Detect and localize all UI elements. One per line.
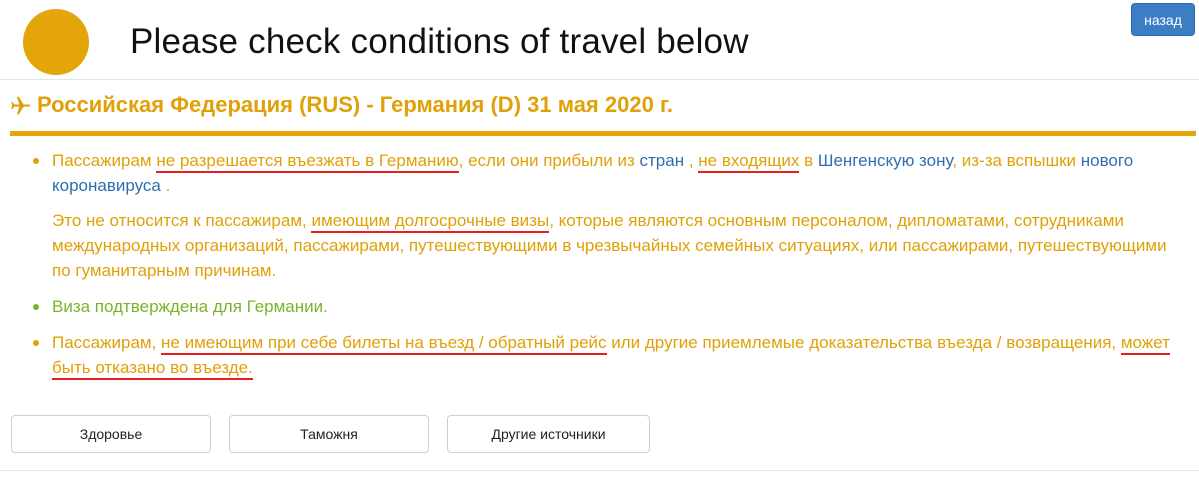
route-divider-bar — [10, 131, 1196, 136]
logo-circle — [23, 9, 89, 75]
condition-return-ticket: Пассажирам, не имеющим при себе билеты н… — [30, 330, 1180, 380]
schengen-link[interactable]: Шенгенскую зону — [818, 151, 952, 170]
conditions-list: Пассажирам не разрешается въезжать в Гер… — [30, 148, 1180, 380]
airplane-icon — [11, 96, 31, 115]
header-divider — [0, 79, 1199, 80]
entry-restriction-text: Пассажирам не разрешается въезжать в Гер… — [52, 151, 1134, 195]
return-ticket-text: Пассажирам, не имеющим при себе билеты н… — [52, 330, 1180, 380]
highlight-no-tickets: не имеющим при себе билеты на въезд / об… — [161, 333, 607, 355]
highlight-no-entry: не разрешается въезжать в Германию — [156, 151, 459, 173]
route-title: Российская Федерация (RUS) - Германия (D… — [37, 92, 674, 117]
footer-divider — [0, 470, 1199, 471]
highlight-long-term-visas: имеющим долгосрочные визы — [311, 211, 550, 233]
countries-link[interactable]: стран — [640, 151, 685, 170]
condition-entry-restriction: Пассажирам не разрешается въезжать в Гер… — [30, 148, 1180, 283]
visa-text: Виза подтверждена для Германии. — [52, 297, 328, 316]
customs-button[interactable]: Таможня — [229, 415, 429, 453]
health-button[interactable]: Здоровье — [11, 415, 211, 453]
back-button[interactable]: назад — [1131, 3, 1195, 36]
travel-conditions-page: Please check conditions of travel below … — [0, 0, 1199, 496]
other-sources-button[interactable]: Другие источники — [447, 415, 650, 453]
route-heading: Российская Федерация (RUS) - Германия (D… — [10, 92, 673, 118]
highlight-not-schengen: не входящих — [698, 151, 800, 173]
page-title: Please check conditions of travel below — [130, 22, 749, 61]
header: Please check conditions of travel below … — [0, 0, 1199, 80]
condition-visa: Виза подтверждена для Германии. — [30, 294, 1180, 319]
exemption-text: Это не относится к пассажирам, имеющим д… — [52, 211, 1167, 280]
